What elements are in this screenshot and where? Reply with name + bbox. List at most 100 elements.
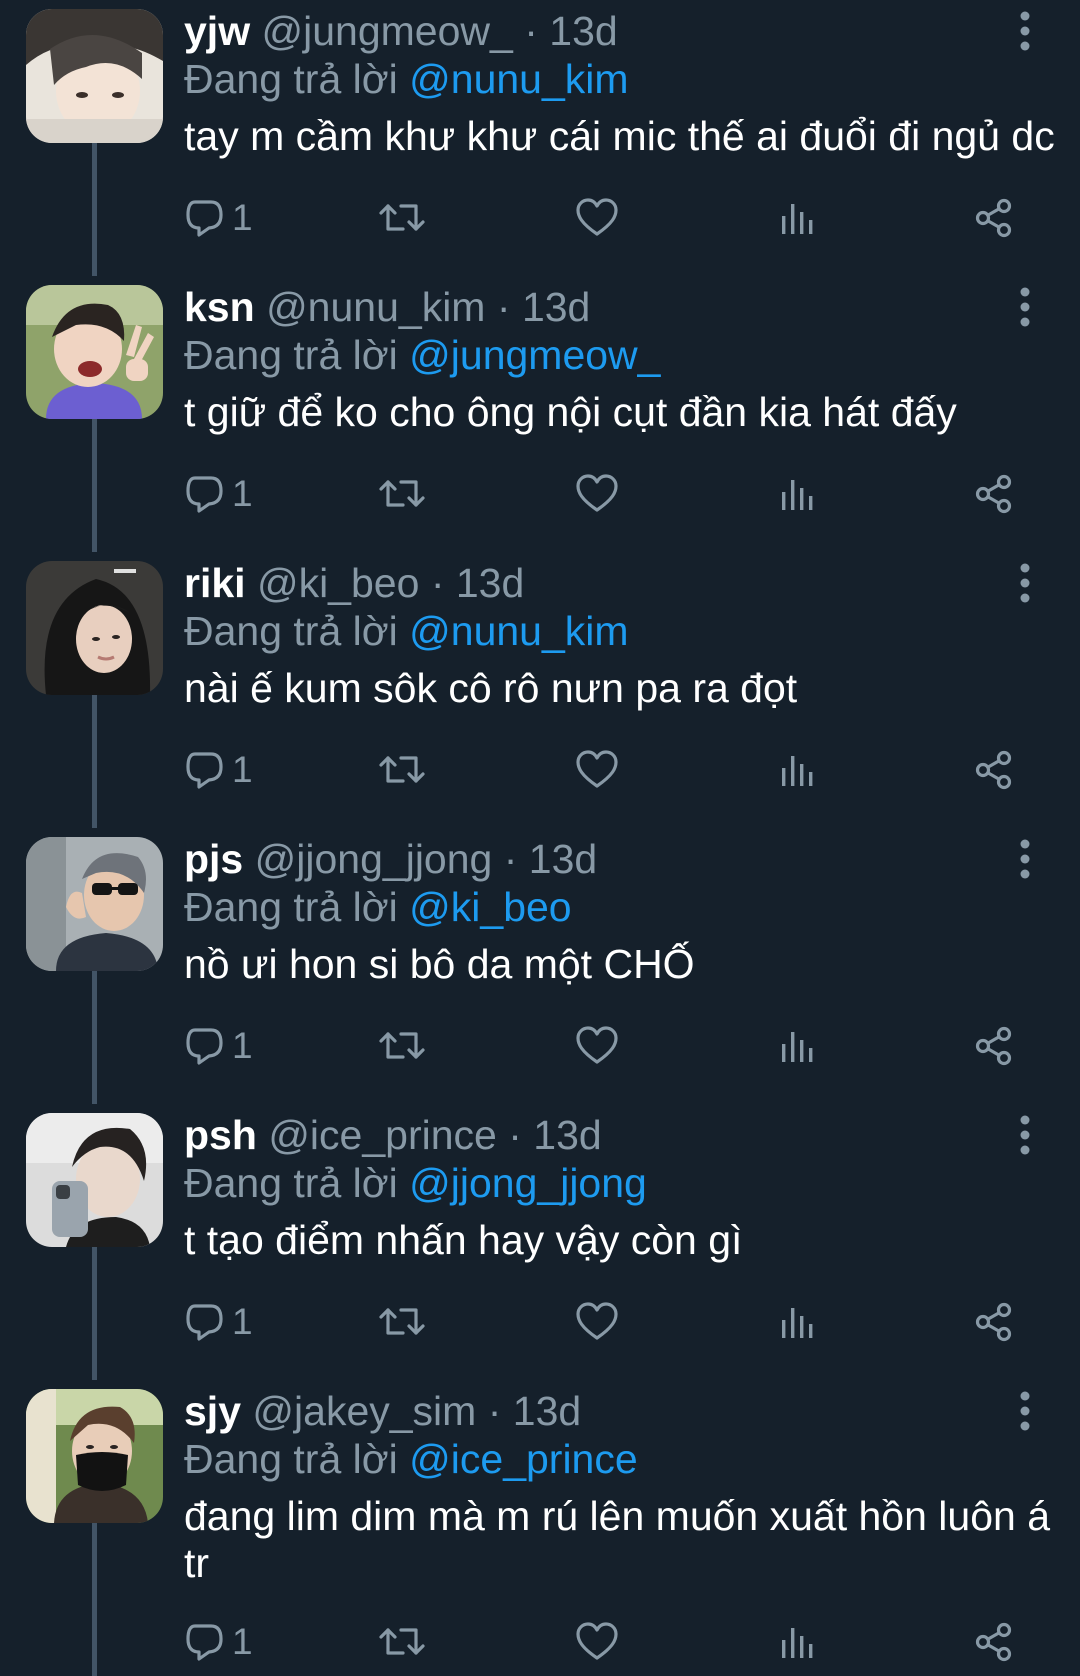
reply-button[interactable]: 1 xyxy=(184,466,253,522)
user-handle[interactable]: @jungmeow_ xyxy=(262,8,513,54)
tweet-text: t giữ để ko cho ông nội cụt đần kia hát … xyxy=(184,389,957,435)
mention-link[interactable]: @jjong_jjong xyxy=(409,1160,647,1206)
analytics-bars-icon xyxy=(782,756,813,786)
share-button[interactable] xyxy=(973,466,1015,522)
like-button[interactable] xyxy=(576,742,618,798)
user-handle[interactable]: @ice_prince xyxy=(268,1112,497,1158)
replying-to-label: Đang trả lời xyxy=(184,608,398,654)
like-button[interactable] xyxy=(576,1294,618,1350)
display-name[interactable]: riki xyxy=(184,560,246,606)
retweet-button[interactable] xyxy=(379,1018,425,1074)
tweet[interactable]: sjy @jakey_sim · 13d Đang trả lời @ice_p… xyxy=(0,1380,1080,1676)
share-button[interactable] xyxy=(973,1294,1015,1350)
views-button[interactable] xyxy=(779,742,815,798)
analytics-bars-icon xyxy=(782,1308,813,1338)
user-handle[interactable]: @nunu_kim xyxy=(266,284,485,330)
like-button[interactable] xyxy=(576,190,618,246)
comment-bubble-icon xyxy=(186,752,223,789)
user-handle[interactable]: @jakey_sim xyxy=(252,1388,476,1434)
timestamp[interactable]: 13d xyxy=(529,836,597,882)
timestamp[interactable]: 13d xyxy=(549,8,617,54)
avatar[interactable] xyxy=(26,1389,163,1523)
retweet-button[interactable] xyxy=(379,1294,425,1350)
views-button[interactable] xyxy=(779,1294,815,1350)
replying-to-label: Đang trả lời xyxy=(184,884,398,930)
avatar[interactable] xyxy=(26,561,163,695)
mention-link[interactable]: @nunu_kim xyxy=(409,56,628,102)
separator-dot: · xyxy=(508,1112,522,1158)
display-name[interactable]: sjy xyxy=(184,1388,241,1434)
tweet-actions: 1 xyxy=(184,1294,1020,1350)
share-button[interactable] xyxy=(973,742,1015,798)
retweet-button[interactable] xyxy=(379,742,425,798)
user-handle[interactable]: @ki_beo xyxy=(257,560,419,606)
avatar[interactable] xyxy=(26,285,163,419)
separator-dot: · xyxy=(503,836,518,882)
vertical-dots-icon xyxy=(1020,287,1030,327)
replying-to: Đang trả lời @jjong_jjong xyxy=(184,1156,647,1210)
timestamp[interactable]: 13d xyxy=(513,1388,581,1434)
user-handle[interactable]: @jjong_jjong xyxy=(255,836,493,882)
views-button[interactable] xyxy=(779,190,815,246)
more-options-button[interactable] xyxy=(1011,1389,1039,1437)
avatar[interactable] xyxy=(26,1113,163,1247)
display-name[interactable]: psh xyxy=(184,1112,257,1158)
reply-button[interactable]: 1 xyxy=(184,1294,253,1350)
avatar[interactable] xyxy=(26,9,163,143)
mention-link[interactable]: @jungmeow_ xyxy=(409,332,660,378)
views-button[interactable] xyxy=(779,1018,815,1074)
more-options-button[interactable] xyxy=(1011,1113,1039,1161)
reply-count: 1 xyxy=(232,1301,253,1342)
thread-line xyxy=(92,971,97,1104)
display-name[interactable]: yjw xyxy=(184,8,250,54)
heart-icon xyxy=(576,198,618,236)
timestamp[interactable]: 13d xyxy=(533,1112,601,1158)
display-name[interactable]: pjs xyxy=(184,836,243,882)
replying-to: Đang trả lời @nunu_kim xyxy=(184,604,629,658)
replying-to: Đang trả lời @ki_beo xyxy=(184,880,572,934)
tweet-header: yjw @jungmeow_ · 13d xyxy=(184,4,618,58)
like-button[interactable] xyxy=(576,466,618,522)
share-button[interactable] xyxy=(973,1018,1015,1074)
replying-to-label: Đang trả lời xyxy=(184,1160,398,1206)
reply-thread: yjw @jungmeow_ · 13d Đang trả lời @nunu_… xyxy=(0,0,1080,1676)
display-name[interactable]: ksn xyxy=(184,284,255,330)
share-button[interactable] xyxy=(973,1614,1015,1670)
mention-link[interactable]: @nunu_kim xyxy=(409,608,628,654)
reply-button[interactable]: 1 xyxy=(184,1614,253,1670)
reply-button[interactable]: 1 xyxy=(184,742,253,798)
more-options-button[interactable] xyxy=(1011,561,1039,609)
more-options-button[interactable] xyxy=(1011,837,1039,885)
tweet[interactable]: pjs @jjong_jjong · 13d Đang trả lời @ki_… xyxy=(0,828,1080,1104)
views-button[interactable] xyxy=(779,466,815,522)
more-options-button[interactable] xyxy=(1011,9,1039,57)
more-options-button[interactable] xyxy=(1011,285,1039,333)
tweet[interactable]: ksn @nunu_kim · 13d Đang trả lời @jungme… xyxy=(0,276,1080,552)
retweet-button[interactable] xyxy=(379,466,425,522)
reply-button[interactable]: 1 xyxy=(184,1018,253,1074)
retweet-button[interactable] xyxy=(379,1614,425,1670)
thread-line xyxy=(92,1247,97,1380)
tweet[interactable]: riki @ki_beo · 13d Đang trả lời @nunu_ki… xyxy=(0,552,1080,828)
reply-count: 1 xyxy=(232,1621,253,1662)
heart-icon xyxy=(576,1026,618,1064)
retweet-icon xyxy=(379,204,425,231)
reply-button[interactable]: 1 xyxy=(184,190,253,246)
like-button[interactable] xyxy=(576,1018,618,1074)
tweet-header: pjs @jjong_jjong · 13d xyxy=(184,832,597,886)
timestamp[interactable]: 13d xyxy=(456,560,524,606)
tweet[interactable]: psh @ice_prince · 13d Đang trả lời @jjon… xyxy=(0,1104,1080,1380)
like-button[interactable] xyxy=(576,1614,618,1670)
mention-link[interactable]: @ki_beo xyxy=(409,884,571,930)
mention-link[interactable]: @ice_prince xyxy=(409,1436,638,1482)
tweet-text: tay m cầm khư khư cái mic thế ai đuổi đi… xyxy=(184,113,1055,159)
avatar[interactable] xyxy=(26,837,163,971)
timestamp[interactable]: 13d xyxy=(522,284,590,330)
share-button[interactable] xyxy=(973,190,1015,246)
views-button[interactable] xyxy=(779,1614,815,1670)
analytics-bars-icon xyxy=(782,1032,813,1062)
retweet-button[interactable] xyxy=(379,190,425,246)
tweet-actions: 1 xyxy=(184,1018,1020,1074)
thread-line xyxy=(92,1523,97,1676)
tweet[interactable]: yjw @jungmeow_ · 13d Đang trả lời @nunu_… xyxy=(0,0,1080,276)
